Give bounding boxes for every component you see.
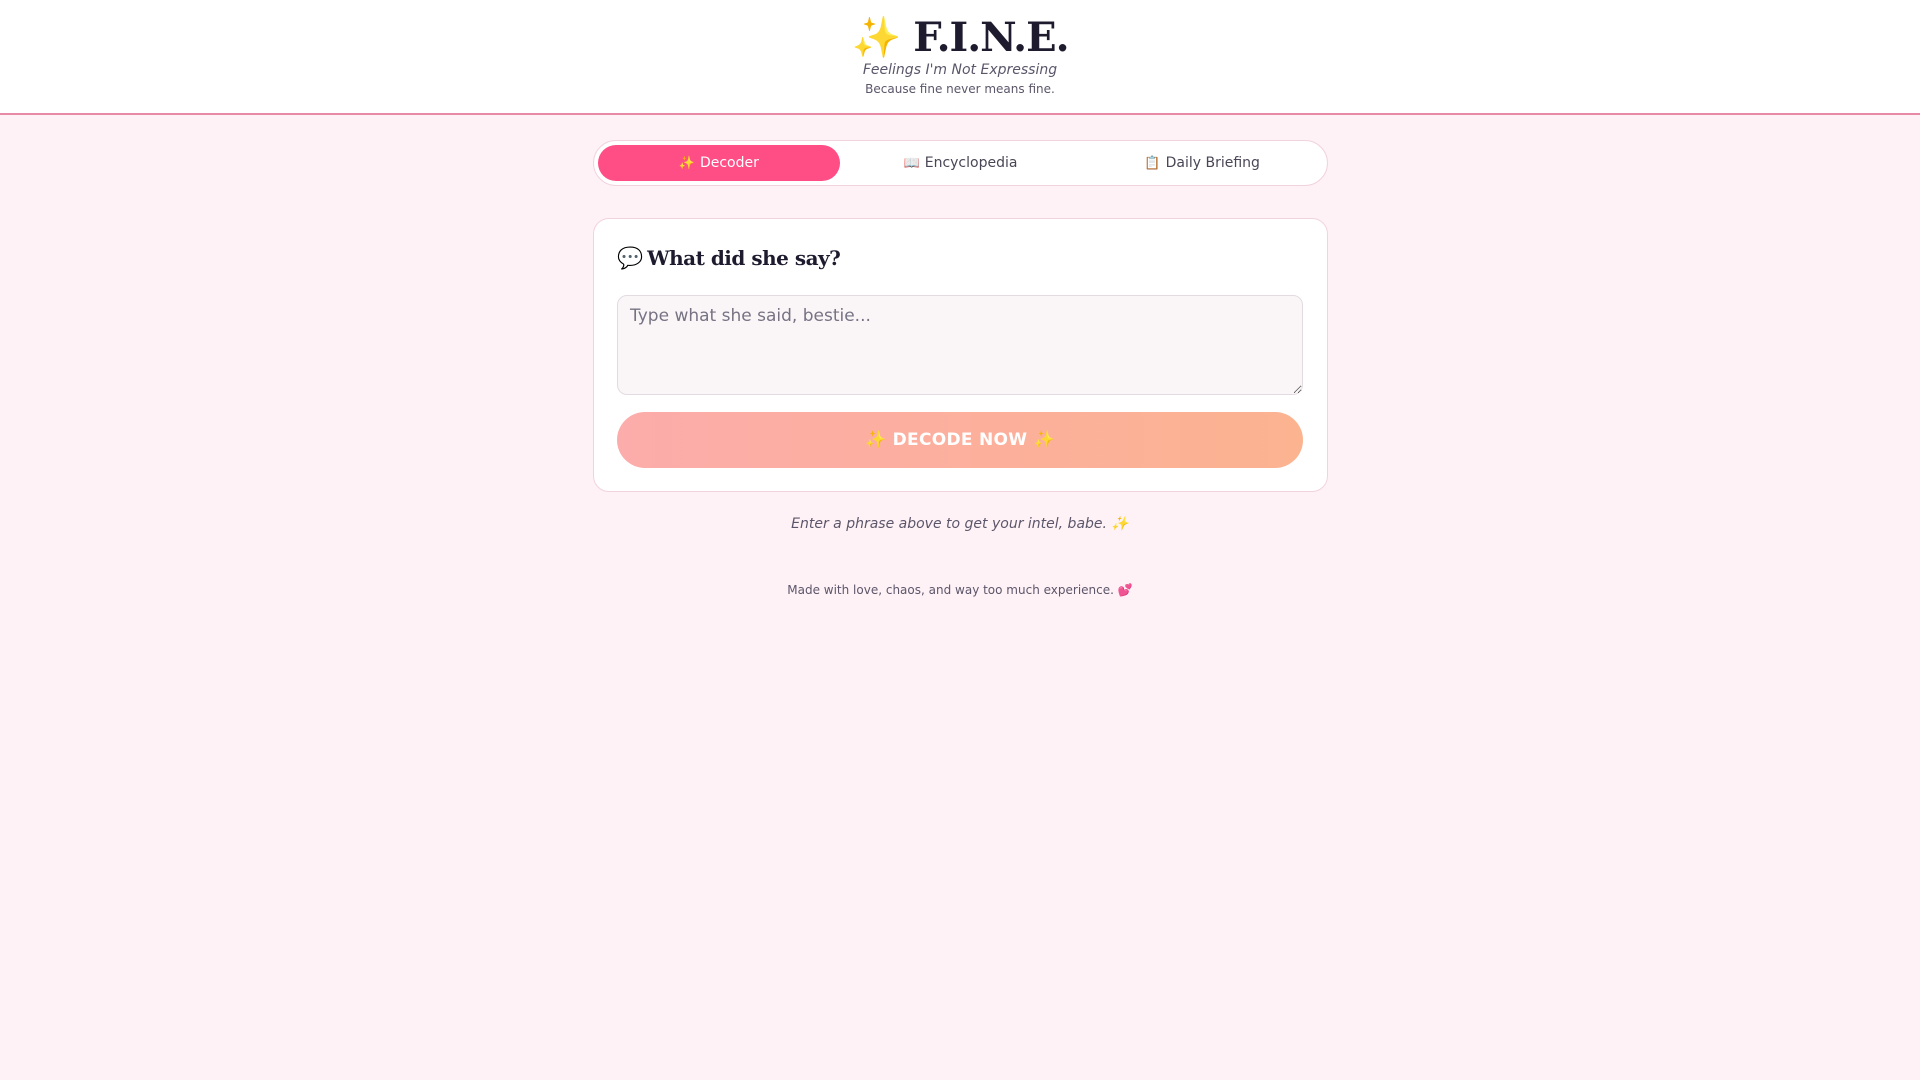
tab-label: Decoder xyxy=(699,155,759,171)
decoder-card: 💬 What did she say? ✨ DECODE NOW ✨ xyxy=(593,218,1328,492)
tab-encyclopedia[interactable]: 📖 Encyclopedia xyxy=(840,145,1082,181)
tab-label: Encyclopedia xyxy=(924,155,1018,171)
tab-label: Daily Briefing xyxy=(1165,155,1260,171)
sparkles-icon: ✨ xyxy=(678,155,695,171)
empty-state-hint: Enter a phrase above to get your intel, … xyxy=(791,516,1129,532)
footer-text: Made with love, chaos, and way too much … xyxy=(787,583,1114,597)
decoder-heading: 💬 What did she say? xyxy=(617,243,841,273)
app-subtagline: Because fine never means fine. xyxy=(865,82,1055,96)
sparkles-icon: ✨ xyxy=(851,14,901,61)
two-hearts-icon: 💕 xyxy=(1117,583,1133,597)
tab-decoder[interactable]: ✨ Decoder xyxy=(598,145,840,181)
decode-button[interactable]: ✨ DECODE NOW ✨ xyxy=(617,412,1303,468)
app-title-text: F.I.N.E. xyxy=(913,14,1069,61)
tab-daily-briefing[interactable]: 📋 Daily Briefing xyxy=(1081,145,1323,181)
tab-bar: ✨ Decoder 📖 Encyclopedia 📋 Daily Briefin… xyxy=(593,140,1328,186)
footer: Made with love, chaos, and way too much … xyxy=(0,583,1920,597)
phrase-input[interactable] xyxy=(617,295,1303,395)
speech-bubble-icon: 💬 xyxy=(617,245,644,270)
app-tagline: Feelings I'm Not Expressing xyxy=(862,62,1058,78)
clipboard-icon: 📋 xyxy=(1144,155,1161,171)
decoder-heading-text: What did she say? xyxy=(647,246,841,270)
open-book-icon: 📖 xyxy=(903,155,920,171)
app-header: ✨ F.I.N.E. Feelings I'm Not Expressing B… xyxy=(0,0,1920,115)
app-title: ✨ F.I.N.E. xyxy=(0,12,1920,64)
